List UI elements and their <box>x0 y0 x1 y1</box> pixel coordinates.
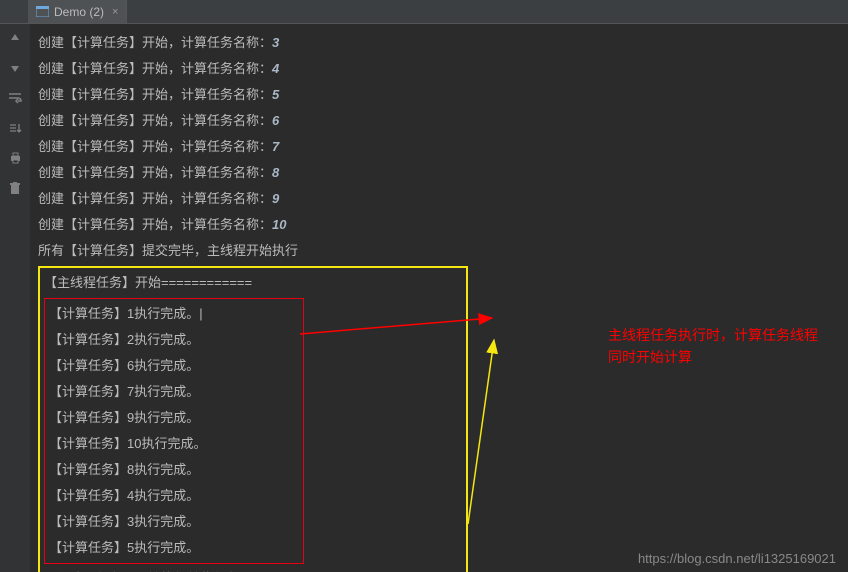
create-task-line: 创建【计算任务】开始，计算任务名称：9 <box>38 186 840 212</box>
main-thread-highlight-box: 【主线程任务】开始============ 【计算任务】1执行完成。|【计算任务… <box>38 266 468 572</box>
compute-tasks-highlight-box: 【计算任务】1执行完成。|【计算任务】2执行完成。【计算任务】6执行完成。【计算… <box>44 298 304 564</box>
print-icon[interactable] <box>7 150 23 166</box>
create-task-line: 创建【计算任务】开始，计算任务名称：8 <box>38 160 840 186</box>
console-icon <box>36 6 49 17</box>
complete-task-line: 【计算任务】3执行完成。 <box>49 509 299 535</box>
console-output[interactable]: 创建【计算任务】开始，计算任务名称：3创建【计算任务】开始，计算任务名称：4创建… <box>30 24 848 572</box>
all-submitted-line: 所有【计算任务】提交完毕，主线程开始执行 <box>38 238 840 264</box>
watermark: https://blog.csdn.net/li1325169021 <box>638 551 836 566</box>
gutter-toolbar <box>0 24 30 572</box>
create-task-line: 创建【计算任务】开始，计算任务名称：4 <box>38 56 840 82</box>
complete-task-line: 【计算任务】1执行完成。| <box>49 301 299 327</box>
wrap-icon[interactable] <box>7 90 23 106</box>
complete-task-line: 【计算任务】10执行完成。 <box>49 431 299 457</box>
complete-task-line: 【计算任务】9执行完成。 <box>49 405 299 431</box>
main-exec-line: 【主线程任务】开始执行某些任务============ <box>44 566 462 572</box>
annotation-line1: 主线程任务执行时，计算任务线程 <box>608 324 818 346</box>
complete-task-line: 【计算任务】8执行完成。 <box>49 457 299 483</box>
main-area: 创建【计算任务】开始，计算任务名称：3创建【计算任务】开始，计算任务名称：4创建… <box>0 24 848 572</box>
tab-close-icon[interactable]: × <box>112 6 118 18</box>
arrow-down-icon[interactable] <box>7 60 23 76</box>
arrow-up-icon[interactable] <box>7 30 23 46</box>
complete-task-line: 【计算任务】4执行完成。 <box>49 483 299 509</box>
create-task-line: 创建【计算任务】开始，计算任务名称：5 <box>38 82 840 108</box>
complete-task-line: 【计算任务】6执行完成。 <box>49 353 299 379</box>
create-task-line: 创建【计算任务】开始，计算任务名称：7 <box>38 134 840 160</box>
trash-icon[interactable] <box>7 180 23 196</box>
complete-task-line: 【计算任务】5执行完成。 <box>49 535 299 561</box>
scroll-icon[interactable] <box>7 120 23 136</box>
main-start-line: 【主线程任务】开始============ <box>44 270 462 296</box>
create-task-line: 创建【计算任务】开始，计算任务名称：6 <box>38 108 840 134</box>
create-task-line: 创建【计算任务】开始，计算任务名称：10 <box>38 212 840 238</box>
complete-task-line: 【计算任务】7执行完成。 <box>49 379 299 405</box>
tab-demo[interactable]: Demo (2) × <box>28 0 127 23</box>
complete-task-line: 【计算任务】2执行完成。 <box>49 327 299 353</box>
tab-label: Demo (2) <box>54 5 104 19</box>
create-task-line: 创建【计算任务】开始，计算任务名称：3 <box>38 30 840 56</box>
tab-bar: Demo (2) × <box>0 0 848 24</box>
annotation-text: 主线程任务执行时，计算任务线程 同时开始计算 <box>608 324 818 368</box>
annotation-line2: 同时开始计算 <box>608 346 818 368</box>
